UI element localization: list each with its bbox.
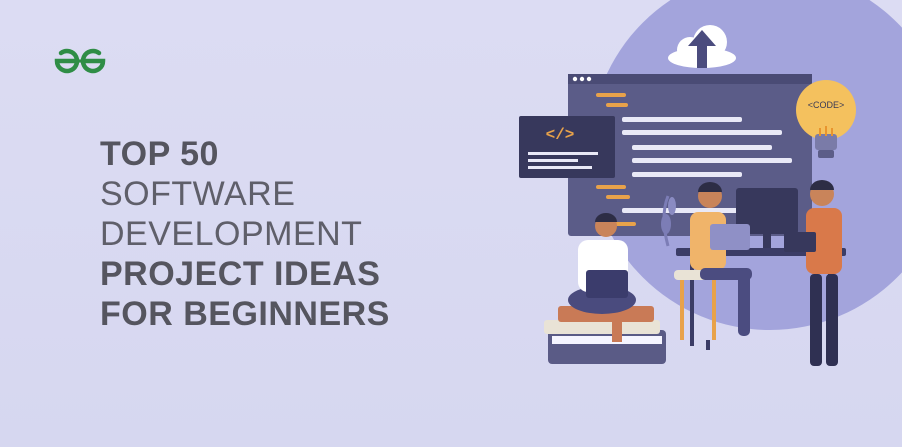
- code-tag-text: </>: [546, 126, 575, 144]
- laptop-icon-3: [784, 232, 816, 252]
- bulb-label: <CODE>: [808, 100, 845, 110]
- books-icon: [544, 306, 666, 364]
- laptop-icon-2: [710, 224, 750, 250]
- code-window: </>: [519, 116, 615, 178]
- laptop-icon: [586, 270, 628, 298]
- banner: TOP 50 SOFTWARE DEVELOPMENT PROJECT IDEA…: [0, 0, 902, 447]
- developers-illustration: </> <CODE>: [519, 0, 902, 366]
